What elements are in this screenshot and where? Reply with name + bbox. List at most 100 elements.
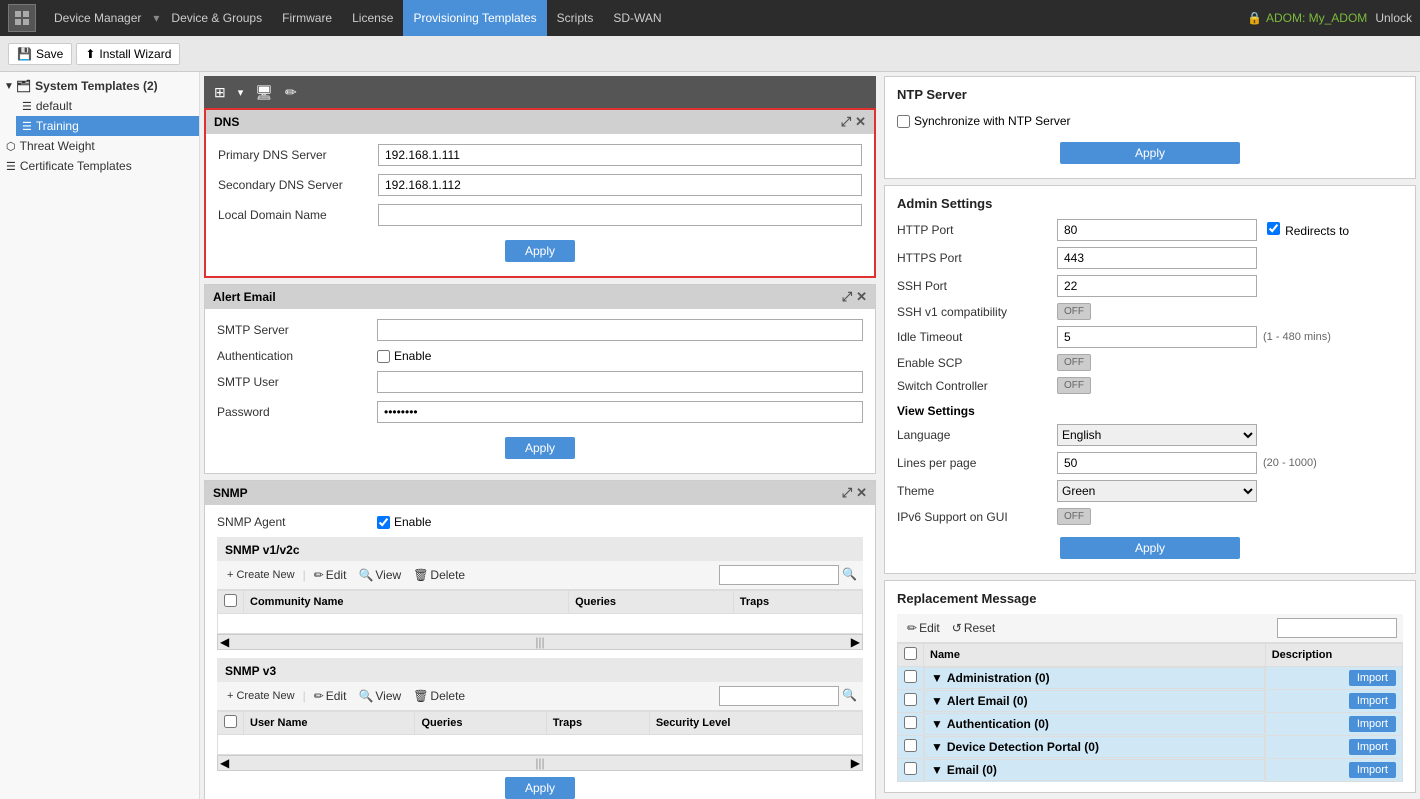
- nav-provisioning-templates[interactable]: Provisioning Templates: [403, 0, 546, 36]
- ssh-port-input[interactable]: [1057, 275, 1257, 297]
- nav-sd-wan[interactable]: SD-WAN: [603, 0, 671, 36]
- dns-maximize-icon[interactable]: ⤢: [841, 114, 851, 130]
- scroll-right-icon[interactable]: ▶: [851, 635, 860, 649]
- nav-device-manager[interactable]: Device Manager: [44, 0, 151, 36]
- smtp-server-input[interactable]: [377, 319, 863, 341]
- snmp-v3-create-button[interactable]: + Create New: [223, 688, 299, 704]
- theme-select[interactable]: Green Blue Red: [1057, 480, 1257, 502]
- nav-device-groups[interactable]: Device & Groups: [161, 0, 272, 36]
- repl-expand-icon[interactable]: ▼: [931, 740, 943, 754]
- snmp-v1v2c-delete-button[interactable]: 🗑 Delete: [409, 566, 469, 584]
- chevron-button[interactable]: ▾: [234, 84, 248, 101]
- app-logo[interactable]: [8, 4, 36, 32]
- snmp-v3-scrollbar[interactable]: ◀ ||| ▶: [217, 755, 863, 771]
- nav-scripts[interactable]: Scripts: [547, 0, 604, 36]
- snmp-v3-edit-button[interactable]: ✏ Edit: [310, 687, 351, 705]
- repl-select-all[interactable]: [904, 647, 917, 660]
- grid-view-button[interactable]: ⊞: [210, 82, 230, 103]
- snmp-apply-button[interactable]: Apply: [505, 777, 575, 799]
- snmp-v3-select-all[interactable]: [224, 715, 237, 728]
- snmp-close-icon[interactable]: ✕: [856, 485, 867, 501]
- idle-timeout-input[interactable]: [1057, 326, 1257, 348]
- snmp-v3-delete-button[interactable]: 🗑 Delete: [409, 687, 469, 705]
- language-select[interactable]: English French Spanish Chinese: [1057, 424, 1257, 446]
- snmp-v1v2c-scrollbar[interactable]: ◀ ||| ▶: [217, 634, 863, 650]
- snmp-agent-checkbox-label[interactable]: Enable: [377, 515, 431, 529]
- snmp-agent-checkbox[interactable]: [377, 516, 390, 529]
- repl-group-row[interactable]: ▼ Alert Email (0) Import: [898, 690, 1403, 713]
- snmp-v1v2c-select-all[interactable]: [224, 594, 237, 607]
- repl-group-checkbox[interactable]: [904, 716, 917, 729]
- install-wizard-button[interactable]: ⬆ Install Wizard: [76, 43, 180, 65]
- password-input[interactable]: [377, 401, 863, 423]
- ntp-apply-button[interactable]: Apply: [1060, 142, 1240, 164]
- primary-dns-input[interactable]: [378, 144, 862, 166]
- repl-expand-icon[interactable]: ▼: [931, 694, 943, 708]
- secondary-dns-input[interactable]: [378, 174, 862, 196]
- unlock-button[interactable]: Unlock: [1375, 11, 1412, 25]
- snmp-maximize-icon[interactable]: ⤢: [842, 485, 852, 501]
- snmp-v1v2c-view-button[interactable]: 🔍 View: [354, 566, 405, 584]
- repl-import-button[interactable]: Import: [1349, 670, 1396, 686]
- sidebar-item-default[interactable]: ☰ default: [16, 96, 199, 116]
- repl-group-row[interactable]: ▼ Email (0) Import: [898, 759, 1403, 782]
- nav-firmware[interactable]: Firmware: [272, 0, 342, 36]
- nav-license[interactable]: License: [342, 0, 403, 36]
- repl-expand-icon[interactable]: ▼: [931, 763, 943, 777]
- repl-group-checkbox[interactable]: [904, 693, 917, 706]
- smtp-user-input[interactable]: [377, 371, 863, 393]
- search-icon[interactable]: 🔍: [842, 567, 857, 581]
- authentication-checkbox-label[interactable]: Enable: [377, 349, 431, 363]
- sidebar: ▼ 🗂 System Templates (2) ☰ default ☰ Tra…: [0, 72, 200, 799]
- repl-edit-button[interactable]: ✏ Edit: [903, 619, 944, 637]
- edit-button[interactable]: ✏: [281, 82, 301, 103]
- snmp-v3-search-input[interactable]: [719, 686, 839, 706]
- admin-apply-button[interactable]: Apply: [1060, 537, 1240, 559]
- repl-group-checkbox[interactable]: [904, 762, 917, 775]
- authentication-checkbox[interactable]: [377, 350, 390, 363]
- switch-controller-toggle[interactable]: OFF: [1057, 377, 1091, 394]
- local-domain-input[interactable]: [378, 204, 862, 226]
- repl-import-button[interactable]: Import: [1349, 739, 1396, 755]
- ssh-v1-row: SSH v1 compatibility OFF: [897, 303, 1403, 320]
- snmp-v1v2c-create-button[interactable]: + Create New: [223, 567, 299, 583]
- ntp-sync-checkbox[interactable]: [897, 115, 910, 128]
- scroll-left-icon[interactable]: ◀: [220, 635, 229, 649]
- repl-group-row[interactable]: ▼ Device Detection Portal (0) Import: [898, 736, 1403, 759]
- repl-expand-icon[interactable]: ▼: [931, 671, 943, 685]
- repl-search-input[interactable]: [1277, 618, 1397, 638]
- repl-import-button[interactable]: Import: [1349, 762, 1396, 778]
- scroll-left-icon-v3[interactable]: ◀: [220, 756, 229, 770]
- repl-group-row[interactable]: ▼ Authentication (0) Import: [898, 713, 1403, 736]
- dns-apply-button[interactable]: Apply: [505, 240, 575, 262]
- alert-email-maximize-icon[interactable]: ⤢: [842, 289, 852, 305]
- search-icon-v3[interactable]: 🔍: [842, 688, 857, 702]
- dns-close-icon[interactable]: ✕: [855, 114, 866, 130]
- https-port-input[interactable]: [1057, 247, 1257, 269]
- alert-email-apply-button[interactable]: Apply: [505, 437, 575, 459]
- http-port-input[interactable]: [1057, 219, 1257, 241]
- repl-expand-icon[interactable]: ▼: [931, 717, 943, 731]
- ipv6-toggle[interactable]: OFF: [1057, 508, 1091, 525]
- repl-group-checkbox[interactable]: [904, 739, 917, 752]
- repl-import-button[interactable]: Import: [1349, 693, 1396, 709]
- repl-group-checkbox[interactable]: [904, 670, 917, 683]
- repl-import-button[interactable]: Import: [1349, 716, 1396, 732]
- sidebar-item-threat-weight[interactable]: ⬡ Threat Weight: [0, 136, 199, 156]
- repl-reset-button[interactable]: ↺ Reset: [948, 619, 999, 637]
- ssh-v1-toggle[interactable]: OFF: [1057, 303, 1091, 320]
- sidebar-item-training[interactable]: ☰ Training: [16, 116, 199, 136]
- lines-per-page-input[interactable]: [1057, 452, 1257, 474]
- snmp-v3-view-button[interactable]: 🔍 View: [354, 687, 405, 705]
- sidebar-item-certificate-templates[interactable]: ☰ Certificate Templates: [0, 156, 199, 176]
- save-button[interactable]: 💾 Save: [8, 43, 72, 65]
- snmp-v1v2c-search-input[interactable]: [719, 565, 839, 585]
- monitor-button[interactable]: 🖥: [251, 82, 277, 103]
- enable-scp-toggle[interactable]: OFF: [1057, 354, 1091, 371]
- repl-group-row[interactable]: ▼ Administration (0) Import: [898, 667, 1403, 690]
- snmp-v1v2c-edit-button[interactable]: ✏ Edit: [310, 566, 351, 584]
- redirects-to-checkbox[interactable]: [1267, 222, 1280, 235]
- scroll-right-icon-v3[interactable]: ▶: [851, 756, 860, 770]
- sidebar-group-system-templates[interactable]: ▼ 🗂 System Templates (2): [0, 76, 199, 96]
- alert-email-close-icon[interactable]: ✕: [856, 289, 867, 305]
